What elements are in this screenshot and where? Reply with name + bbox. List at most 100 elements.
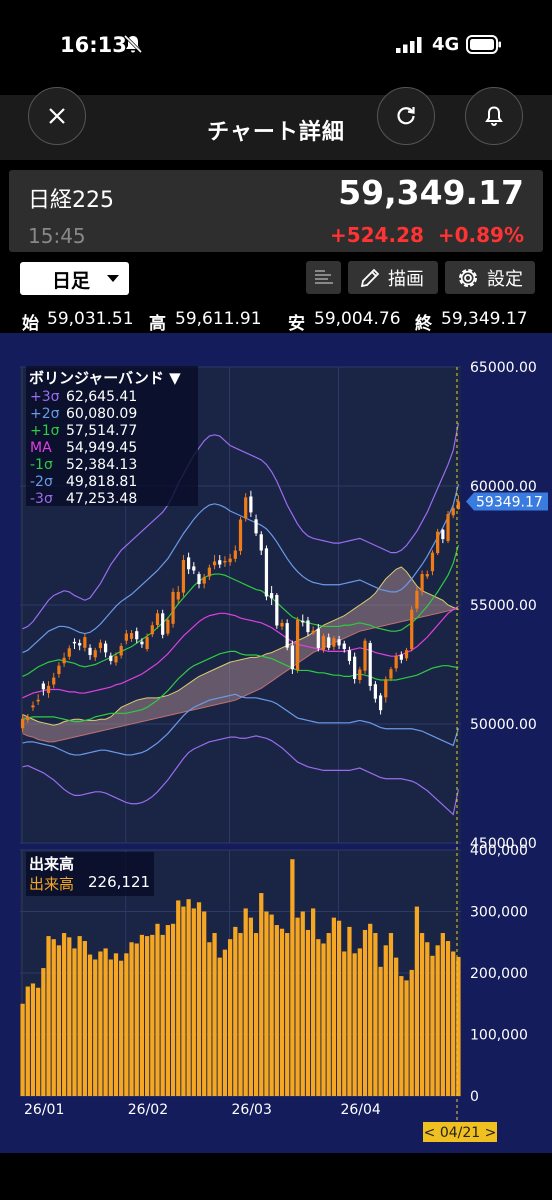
volume-bar-41 [233, 926, 238, 1096]
candle-body-35 [202, 577, 206, 584]
volume-bar-74 [404, 980, 409, 1096]
volume-bar-12 [82, 941, 87, 1096]
volume-bar-47 [264, 911, 269, 1096]
candle-body-23 [140, 641, 144, 645]
legend-plus1: +1σ 57,514.77 [30, 423, 137, 440]
x-tick-label-1: 26/02 [128, 1102, 168, 1118]
volume-bar-15 [98, 951, 103, 1096]
candle-body-11 [78, 643, 82, 646]
candle-body-39 [223, 560, 227, 563]
legend-minus2-value: 49,818.81 [66, 474, 138, 490]
candle-body-47 [264, 548, 269, 597]
legend-minus1-label: -1σ [30, 457, 53, 473]
candle-51 [285, 619, 289, 651]
candle-49 [275, 593, 279, 629]
candle-body-44 [249, 496, 253, 513]
volume-bar-69 [378, 966, 383, 1096]
volume-bar-6 [51, 939, 56, 1096]
bollinger-title-text: ボリンジャーバンド [29, 369, 164, 387]
candle-body-32 [187, 557, 191, 570]
volume-bar-77 [419, 933, 425, 1096]
candle-body-73 [399, 654, 403, 660]
candle-body-10 [72, 641, 77, 644]
volume-bar-33 [191, 908, 196, 1096]
volume-bar-49 [274, 925, 279, 1096]
volume-bar-29 [170, 923, 176, 1096]
candle-body-5 [46, 685, 51, 694]
volume-bar-23 [139, 934, 145, 1096]
volume-series-label: 出来高 [29, 875, 75, 893]
candle-body-58 [321, 635, 326, 650]
volume-bar-16 [103, 948, 108, 1096]
volume-bar-48 [269, 914, 274, 1096]
volume-bar-44 [248, 917, 254, 1096]
candle-body-78 [425, 574, 429, 577]
candle-body-17 [109, 655, 113, 661]
candle-body-0 [20, 718, 25, 729]
candle-82 [446, 510, 450, 544]
candle-body-26 [155, 613, 160, 625]
candle-75 [410, 606, 414, 652]
candle-body-50 [280, 622, 284, 627]
candle-body-38 [218, 560, 222, 565]
candle-body-71 [389, 669, 393, 679]
candle-body-21 [129, 633, 134, 639]
candle-body-28 [166, 619, 170, 634]
bollinger-legend: ボリンジャーバンド ▼ +3σ 62,645.41 +2σ 60,080.09 +1… [26, 366, 198, 508]
candle-body-7 [57, 665, 61, 675]
volume-bar-64 [352, 953, 357, 1096]
volume-bar-54 [300, 911, 305, 1096]
legend-minus3: -3σ 47,253.48 [30, 491, 137, 508]
candle-body-34 [197, 574, 201, 585]
candle-43 [244, 493, 248, 522]
candle-body-36 [207, 567, 211, 577]
volume-bar-42 [238, 933, 243, 1096]
candle-body-60 [332, 638, 336, 647]
candle-body-29 [171, 591, 175, 624]
bollinger-title[interactable]: ボリンジャーバンド ▼ [29, 367, 181, 388]
volume-bar-31 [181, 906, 186, 1096]
volume-bar-51 [285, 933, 290, 1096]
candle-body-74 [404, 650, 409, 659]
volume-bar-8 [61, 933, 67, 1096]
x-tick-label-2: 26/03 [232, 1102, 272, 1118]
candle-body-25 [150, 625, 154, 635]
volume-bar-61 [336, 920, 342, 1096]
candle-body-24 [145, 637, 149, 650]
candle-body-1 [26, 716, 30, 720]
legend-plus3-label: +3σ [30, 389, 60, 405]
candle-29 [171, 588, 175, 628]
candle-body-15 [98, 642, 103, 649]
candle-body-61 [337, 639, 341, 646]
volume-bar-73 [399, 976, 404, 1096]
candle-body-42 [238, 519, 243, 551]
candle-body-33 [192, 566, 196, 571]
candle-body-45 [254, 519, 258, 534]
volume-bar-3 [36, 987, 41, 1096]
volume-bar-40 [227, 939, 233, 1096]
volume-bar-63 [347, 926, 352, 1096]
candle-body-2 [31, 705, 35, 708]
volume-bar-58 [321, 943, 326, 1096]
volume-bar-66 [362, 929, 368, 1096]
volume-bar-43 [243, 908, 248, 1096]
candle-body-68 [373, 684, 378, 699]
candle-body-82 [446, 514, 450, 541]
candle-body-56 [311, 630, 315, 634]
volume-bar-4 [41, 968, 46, 1096]
candle-body-72 [394, 656, 398, 669]
chart-canvas[interactable]: 26/01 26/02 26/03 26/0465000.0060000.005500… [0, 0, 552, 1200]
volume-bar-5 [46, 936, 51, 1096]
candle-body-19 [119, 645, 123, 656]
legend-ma-label: MA [30, 440, 52, 456]
candle-52 [290, 640, 294, 675]
volume-bar-22 [134, 943, 139, 1096]
volume-bar-2 [30, 983, 36, 1096]
volume-bar-78 [425, 942, 430, 1096]
candle-body-79 [430, 552, 435, 572]
volume-bar-13 [87, 954, 93, 1096]
volume-bar-83 [451, 951, 456, 1096]
candle-66 [363, 638, 367, 675]
candle-body-46 [259, 534, 263, 551]
volume-bar-45 [253, 933, 259, 1096]
